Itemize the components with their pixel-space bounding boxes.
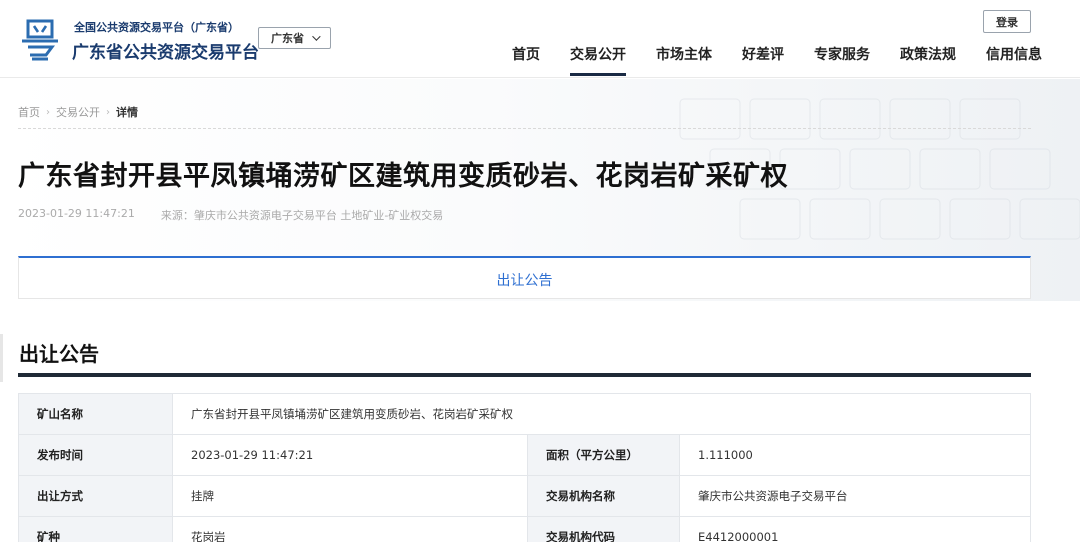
breadcrumb-trade-public[interactable]: 交易公开 bbox=[56, 104, 100, 120]
table-row: 出让方式 挂牌 交易机构名称 肇庆市公共资源电子交易平台 bbox=[18, 475, 1031, 517]
site-header: 全国公共资源交易平台（广东省） 广东省公共资源交易平台 广东省 登录 首页 交易… bbox=[0, 0, 1080, 78]
table-label: 交易机构代码 bbox=[527, 516, 680, 542]
tab-bar: 出让公告 bbox=[18, 256, 1031, 299]
table-value: 肇庆市公共资源电子交易平台 bbox=[679, 475, 1031, 517]
page-title: 广东省封开县平凤镇埇涝矿区建筑用变质砂岩、花岗岩矿采矿权 bbox=[18, 161, 788, 192]
table-value: 挂牌 bbox=[172, 475, 528, 517]
table-value: E4412000001 bbox=[679, 516, 1031, 542]
article-source: 来源：肇庆市公共资源电子交易平台 土地矿业-矿业权交易 bbox=[160, 209, 444, 222]
logo-icon[interactable] bbox=[18, 17, 62, 61]
table-value: 2023-01-29 11:47:21 bbox=[172, 434, 528, 476]
tab-transfer-announcement[interactable]: 出让公告 bbox=[19, 270, 1030, 290]
chevron-right-icon: › bbox=[46, 106, 50, 118]
nav-item-home[interactable]: 首页 bbox=[512, 46, 540, 78]
chevron-down-icon bbox=[312, 32, 321, 41]
platform-title[interactable]: 广东省公共资源交易平台 bbox=[72, 38, 259, 63]
table-label: 面积（平方公里） bbox=[527, 434, 680, 476]
region-select-label: 广东省 bbox=[271, 32, 304, 45]
region-select[interactable]: 广东省 bbox=[258, 27, 331, 49]
nav-item-market-entity[interactable]: 市场主体 bbox=[656, 46, 712, 78]
table-label: 矿山名称 bbox=[18, 393, 173, 435]
nav-item-policy[interactable]: 政策法规 bbox=[900, 46, 956, 78]
table-value: 广东省封开县平凤镇埇涝矿区建筑用变质砂岩、花岗岩矿采矿权 bbox=[172, 393, 1031, 435]
nav-item-expert-service[interactable]: 专家服务 bbox=[814, 46, 870, 78]
table-row: 矿山名称 广东省封开县平凤镇埇涝矿区建筑用变质砂岩、花岗岩矿采矿权 bbox=[18, 393, 1031, 435]
section-title: 出让公告 bbox=[19, 342, 99, 366]
article-meta: 2023-01-29 11:47:21 来源：肇庆市公共资源电子交易平台 土地矿… bbox=[18, 207, 443, 223]
breadcrumb-current: 详情 bbox=[116, 106, 138, 119]
nav-item-trade-public[interactable]: 交易公开 bbox=[570, 46, 626, 78]
chevron-right-icon: › bbox=[106, 106, 110, 118]
platform-subtitle: 全国公共资源交易平台（广东省） bbox=[74, 21, 239, 34]
main-nav: 首页 交易公开 市场主体 好差评 专家服务 政策法规 信用信息 bbox=[500, 46, 1042, 78]
table-value: 1.111000 bbox=[679, 434, 1031, 476]
section-divider bbox=[18, 373, 1031, 377]
nav-item-credit[interactable]: 信用信息 bbox=[986, 46, 1042, 78]
info-table: 矿山名称 广东省封开县平凤镇埇涝矿区建筑用变质砂岩、花岗岩矿采矿权 发布时间 2… bbox=[18, 393, 1031, 542]
table-label: 矿种 bbox=[18, 516, 173, 542]
section-accent bbox=[0, 334, 3, 382]
table-row: 矿种 花岗岩 交易机构代码 E4412000001 bbox=[18, 516, 1031, 542]
nav-item-review[interactable]: 好差评 bbox=[742, 46, 784, 78]
table-label: 出让方式 bbox=[18, 475, 173, 517]
table-label: 发布时间 bbox=[18, 434, 173, 476]
table-value: 花岗岩 bbox=[172, 516, 528, 542]
breadcrumb: 首页 › 交易公开 › 详情 bbox=[18, 104, 138, 120]
breadcrumb-home[interactable]: 首页 bbox=[18, 104, 40, 120]
table-label: 交易机构名称 bbox=[527, 475, 680, 517]
table-row: 发布时间 2023-01-29 11:47:21 面积（平方公里） 1.1110… bbox=[18, 434, 1031, 476]
login-button[interactable]: 登录 bbox=[983, 10, 1031, 33]
breadcrumb-divider bbox=[18, 128, 1031, 129]
publish-datetime: 2023-01-29 11:47:21 bbox=[18, 207, 135, 220]
